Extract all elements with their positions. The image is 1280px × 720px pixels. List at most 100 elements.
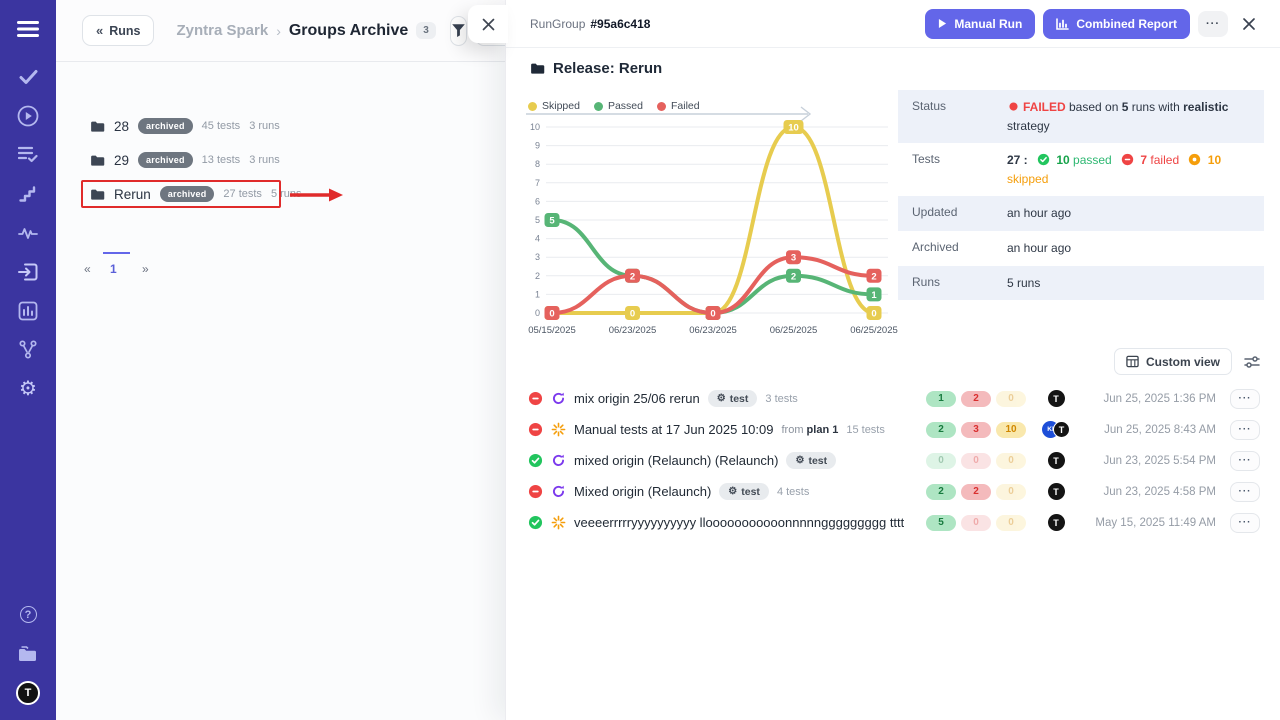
run-title: Manual tests at 17 Jun 2025 10:09 xyxy=(574,422,773,437)
archived-badge: archived xyxy=(160,186,215,202)
run-tests-count: 15 tests xyxy=(846,424,885,436)
svg-text:05/15/2025: 05/15/2025 xyxy=(528,325,576,336)
detail-row-archived: Archived an hour ago xyxy=(898,231,1264,266)
check-icon xyxy=(528,453,543,468)
back-to-runs-button[interactable]: «Runs xyxy=(82,15,154,46)
svg-text:0: 0 xyxy=(710,309,715,320)
settings-gear-icon[interactable]: ⚙ xyxy=(0,369,56,408)
runs-list: mix origin 25/06 rerun ⚙test 3 tests 120 T… xyxy=(524,383,1264,538)
run-row[interactable]: veeeerrrrryyyyyyyyyy llooooooooooonnnnng… xyxy=(524,507,1264,538)
count-skipped: 0 xyxy=(996,391,1026,407)
header-actions: Manual Run Combined Report ··· xyxy=(925,9,1256,39)
breadcrumb-current: Groups Archive xyxy=(289,22,408,40)
folder-row-29[interactable]: 29 archived 13 tests 3 runs xyxy=(90,146,302,174)
minus-icon xyxy=(528,484,543,499)
count-skipped: 0 xyxy=(996,515,1026,531)
run-title: Mixed origin (Relaunch) xyxy=(574,484,711,499)
archived-badge: archived xyxy=(138,152,193,168)
svg-text:06/23/2025: 06/23/2025 xyxy=(689,325,737,336)
plans-list-icon[interactable] xyxy=(0,135,56,174)
breadcrumb-separator: › xyxy=(276,23,281,39)
row-more-button[interactable]: ··· xyxy=(1230,451,1260,471)
projects-folder-icon[interactable] xyxy=(0,634,56,673)
breadcrumb: Zyntra Spark › Groups Archive 3 xyxy=(176,22,435,40)
runs-play-icon[interactable] xyxy=(0,96,56,135)
run-counts: 500 xyxy=(926,515,1026,531)
svg-text:1: 1 xyxy=(871,290,877,301)
avatar: T xyxy=(16,681,40,705)
folder-row-28[interactable]: 28 archived 45 tests 3 runs xyxy=(90,112,302,140)
tests-check-icon[interactable] xyxy=(0,57,56,96)
user-avatar[interactable]: T xyxy=(0,673,56,712)
svg-text:1: 1 xyxy=(535,289,540,299)
filter-button[interactable] xyxy=(450,16,467,46)
run-from-plan: from plan 1 xyxy=(781,424,838,436)
activity-pulse-icon[interactable] xyxy=(0,213,56,252)
detail-label: Status xyxy=(912,98,1007,135)
combined-report-button[interactable]: Combined Report xyxy=(1043,9,1190,39)
filters-sliders-icon[interactable] xyxy=(1244,355,1260,369)
branches-fork-icon[interactable] xyxy=(0,330,56,369)
run-row[interactable]: Manual tests at 17 Jun 2025 10:09 from pl… xyxy=(524,414,1264,445)
help-icon[interactable]: ? xyxy=(0,595,56,634)
svg-text:3: 3 xyxy=(791,253,796,264)
row-more-button[interactable]: ··· xyxy=(1230,420,1260,440)
breadcrumb-project[interactable]: Zyntra Spark xyxy=(176,22,268,39)
run-title: mixed origin (Relaunch) (Relaunch) xyxy=(574,453,778,468)
avatar: T xyxy=(1048,514,1065,531)
reports-chart-icon[interactable] xyxy=(0,291,56,330)
steps-icon[interactable] xyxy=(0,174,56,213)
pagination-prev[interactable]: « xyxy=(84,262,91,276)
manual-run-button[interactable]: Manual Run xyxy=(925,9,1035,39)
folder-icon xyxy=(90,187,105,202)
run-counts: 000 xyxy=(926,453,1026,469)
pagination-next[interactable]: » xyxy=(142,262,149,276)
svg-text:5: 5 xyxy=(535,215,540,225)
minus-icon xyxy=(528,422,543,437)
annotation-arrow xyxy=(289,187,343,203)
svg-text:9: 9 xyxy=(535,141,540,151)
run-tests-count: 3 tests xyxy=(765,393,797,405)
folder-icon xyxy=(530,61,545,76)
run-row[interactable]: Mixed origin (Relaunch)⚙test4 tests 220 … xyxy=(524,476,1264,507)
svg-text:8: 8 xyxy=(535,159,540,169)
run-row[interactable]: mixed origin (Relaunch) (Relaunch)⚙test … xyxy=(524,445,1264,476)
import-icon[interactable] xyxy=(0,252,56,291)
svg-text:7: 7 xyxy=(535,178,540,188)
folder-row-Rerun[interactable]: Rerun archived 27 tests 5 runs xyxy=(90,180,302,208)
count-failed: 2 xyxy=(961,391,991,407)
folder-name: 28 xyxy=(114,119,129,134)
count-passed: 2 xyxy=(926,422,956,438)
pagination-page-1[interactable]: 1 xyxy=(110,262,117,276)
panel-close-button[interactable] xyxy=(468,5,508,43)
row-more-button[interactable]: ··· xyxy=(1230,513,1260,533)
run-counts: 120 xyxy=(926,391,1026,407)
run-title: veeeerrrrryyyyyyyyyy llooooooooooonnnnng… xyxy=(574,515,904,530)
chart-legend: SkippedPassedFailed xyxy=(528,100,700,112)
custom-view-label: Custom view xyxy=(1146,355,1220,369)
sidebar: ⚙ ? T xyxy=(0,0,56,720)
custom-view-button[interactable]: Custom view xyxy=(1114,348,1232,375)
table-icon xyxy=(1126,355,1139,368)
folder-icon xyxy=(90,153,105,168)
run-counts: 2310 xyxy=(926,422,1026,438)
folder-list: 28 archived 45 tests 3 runs 29 archived … xyxy=(90,112,302,214)
detail-row-status: Status FAILED based on 5 runs with reali… xyxy=(898,90,1264,143)
close-panel-x-button[interactable] xyxy=(1242,17,1256,31)
row-more-button[interactable]: ··· xyxy=(1230,482,1260,502)
detail-row-runs: Runs 5 runs xyxy=(898,266,1264,301)
run-title: mix origin 25/06 rerun xyxy=(574,391,700,406)
count-passed: 2 xyxy=(926,484,956,500)
folder-tests-count: 45 tests xyxy=(202,120,241,132)
rerun-icon xyxy=(551,391,566,406)
run-row[interactable]: mix origin 25/06 rerun ⚙test 3 tests 120 T… xyxy=(524,383,1264,414)
menu-icon[interactable] xyxy=(0,9,56,48)
run-tag: ⚙test xyxy=(708,390,758,407)
row-more-button[interactable]: ··· xyxy=(1230,389,1260,409)
chevrons-left-icon: « xyxy=(96,23,103,38)
avatar: T xyxy=(1048,390,1065,407)
legend-dot-icon xyxy=(657,102,666,111)
run-avatars: KIT xyxy=(1034,421,1078,438)
folder-runs-count: 3 runs xyxy=(249,154,280,166)
more-actions-button[interactable]: ··· xyxy=(1198,11,1228,37)
